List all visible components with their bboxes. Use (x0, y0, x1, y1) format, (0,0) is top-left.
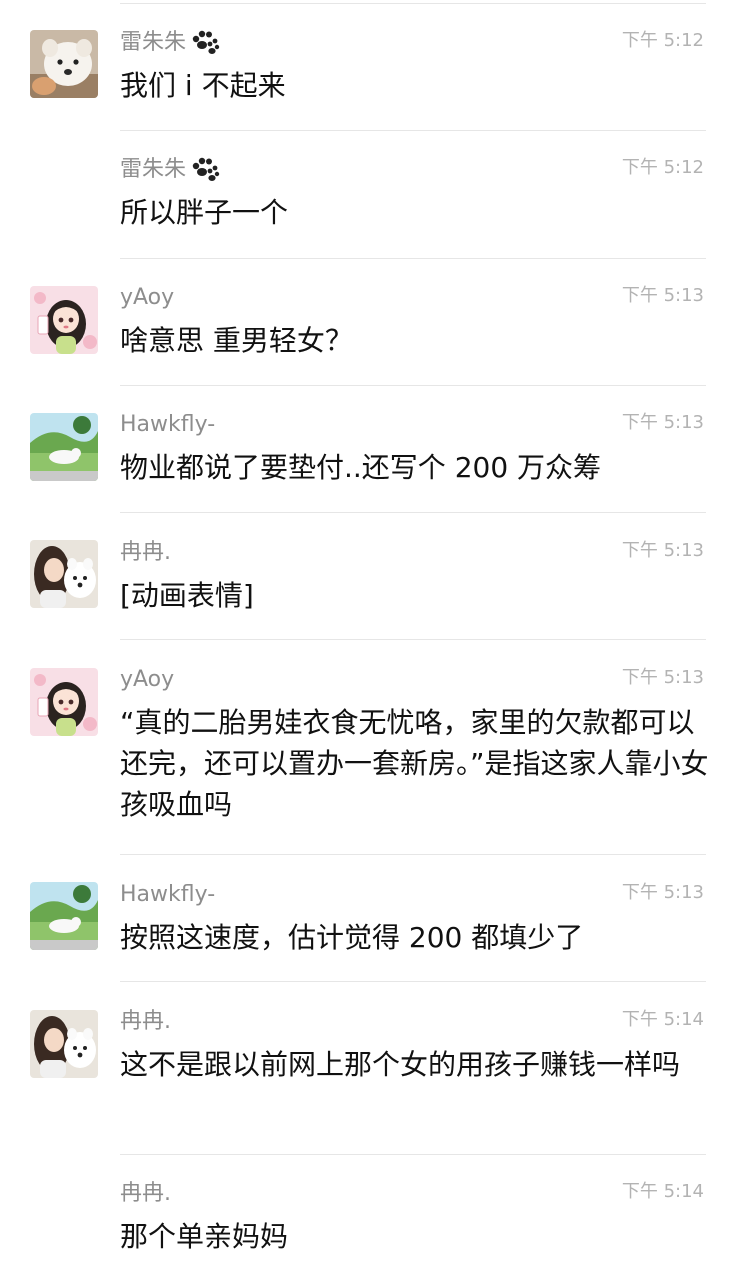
sender-name: 冉冉. (120, 1181, 171, 1206)
chat-message: 冉冉. 下午 5:14 那个单亲妈妈 (0, 0, 736, 1280)
message-divider (120, 1154, 706, 1155)
message-time: 下午 5:14 (621, 1181, 704, 1202)
chat-message-list: 雷朱朱 下午 5:12 我们 i 不起来 雷朱朱 下午 5:12 所以胖子一个 (0, 0, 736, 1280)
message-text[interactable]: 那个单亲妈妈 (120, 1216, 710, 1257)
